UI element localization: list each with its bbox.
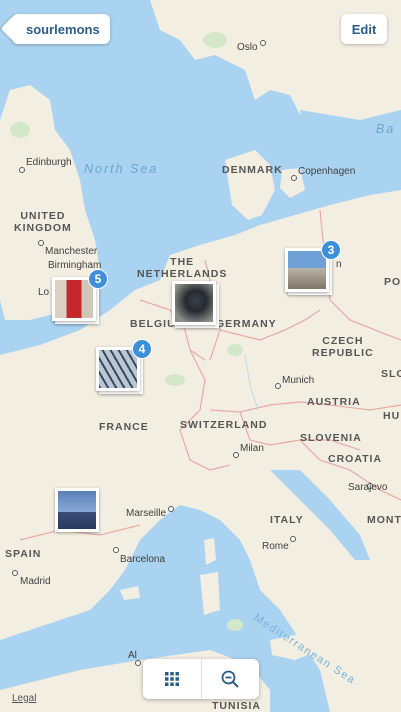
- photo-thumbnail: [55, 488, 99, 532]
- city-label-sarajevo: Sarajevo: [348, 482, 388, 493]
- grid-icon: [164, 672, 179, 686]
- park-area: [10, 122, 30, 138]
- country-label-uk: UNITED KINGDOM: [14, 210, 72, 234]
- sea-label-baltic: Ba: [376, 122, 396, 136]
- city-label-barcelona: Barcelona: [120, 554, 166, 565]
- photo-thumbnail: [172, 281, 216, 325]
- city-label-marseille: Marseille: [126, 508, 167, 519]
- city-dot-edinburgh: [19, 167, 25, 173]
- red-phone-booth-photo: [55, 280, 93, 318]
- back-button-label: sourlemons: [26, 21, 100, 37]
- city-label-oslo: Oslo: [237, 42, 258, 53]
- zoom-out-button[interactable]: [200, 659, 260, 699]
- city-label-milan: Milan: [240, 443, 264, 454]
- photo-cluster-paris[interactable]: 4: [96, 339, 152, 395]
- palace-building-photo: [288, 251, 326, 289]
- city-label-munich: Munich: [282, 375, 315, 386]
- city-dot-marseille: [168, 506, 174, 512]
- city-label-madrid: Madrid: [20, 576, 51, 587]
- country-label-belgium: BELGIU: [130, 318, 176, 330]
- country-label-denmark: DENMARK: [222, 164, 283, 176]
- park-area: [227, 344, 243, 356]
- photo-cluster-brussels[interactable]: [172, 281, 220, 329]
- country-label-slovakia: SLO: [381, 368, 401, 380]
- city-label-edinburgh: Edinburgh: [26, 157, 72, 168]
- back-button[interactable]: sourlemons: [12, 14, 110, 44]
- country-label-netherlands-line1: THE: [170, 256, 195, 268]
- country-label-switzerland: SWITZERLAND: [180, 419, 268, 431]
- country-label-france: FRANCE: [99, 421, 149, 433]
- city-label-algiers: Al: [128, 650, 137, 661]
- zoom-out-icon: [221, 670, 239, 688]
- grid-view-button[interactable]: [143, 659, 201, 699]
- city-dot-barcelona: [113, 547, 119, 553]
- park-area: [165, 374, 185, 386]
- country-label-montenegro: MONT: [367, 514, 401, 526]
- city-label-london: Lo: [38, 287, 50, 298]
- city-dot-copenhagen: [291, 175, 297, 181]
- legal-link[interactable]: Legal: [12, 693, 36, 704]
- city-label-berlin: n: [336, 259, 342, 270]
- country-label-netherlands-line2: NETHERLANDS: [137, 268, 228, 280]
- country-label-uk-line2: KINGDOM: [14, 222, 72, 234]
- photo-cluster-london[interactable]: 5: [52, 269, 108, 325]
- country-label-slovenia: SLOVENIA: [300, 432, 362, 444]
- car-interior-photo: [175, 284, 213, 322]
- country-label-czech-line1: CZECH: [322, 335, 364, 347]
- country-label-croatia: CROATIA: [328, 453, 383, 465]
- metal-structure-photo: [99, 350, 137, 388]
- country-label-hungary: HU: [383, 410, 401, 422]
- country-label-czech: CZECH REPUBLIC: [312, 335, 374, 359]
- park-area: [203, 32, 227, 48]
- photo-cluster-spain-north[interactable]: [55, 488, 103, 536]
- map-view[interactable]: North Sea Ba Mediterranean Sea UNITED KI…: [0, 0, 401, 712]
- country-label-czech-line2: REPUBLIC: [312, 347, 374, 359]
- photo-cluster-berlin[interactable]: 3: [285, 240, 341, 296]
- country-label-netherlands: THE NETHERLANDS: [137, 256, 227, 280]
- edit-button[interactable]: Edit: [341, 14, 387, 44]
- country-label-austria: AUSTRIA: [307, 396, 361, 408]
- country-label-uk-line1: UNITED: [20, 210, 66, 222]
- city-dot-milan: [233, 452, 239, 458]
- cluster-count-badge: 3: [321, 240, 341, 260]
- city-label-manchester: Manchester: [45, 246, 98, 257]
- city-label-copenhagen: Copenhagen: [298, 166, 356, 177]
- city-dot-rome: [290, 536, 296, 542]
- city-dot-munich: [275, 383, 281, 389]
- cluster-count-badge: 4: [132, 339, 152, 359]
- city-dot-manchester: [38, 240, 44, 246]
- castle-silhouette-photo: [58, 491, 96, 529]
- country-label-spain: SPAIN: [5, 548, 42, 560]
- country-label-tunisia: TUNISIA: [212, 700, 261, 712]
- park-area: [227, 619, 243, 631]
- cluster-count-badge: 5: [88, 269, 108, 289]
- country-label-poland: PO: [384, 276, 401, 288]
- country-label-germany: GERMANY: [216, 318, 277, 330]
- city-label-rome: Rome: [262, 541, 289, 552]
- map-toolbar: [143, 659, 259, 699]
- sea-label-north-sea: North Sea: [84, 162, 159, 176]
- city-dot-madrid: [12, 570, 18, 576]
- city-dot-oslo: [260, 40, 266, 46]
- country-label-italy: ITALY: [270, 514, 304, 526]
